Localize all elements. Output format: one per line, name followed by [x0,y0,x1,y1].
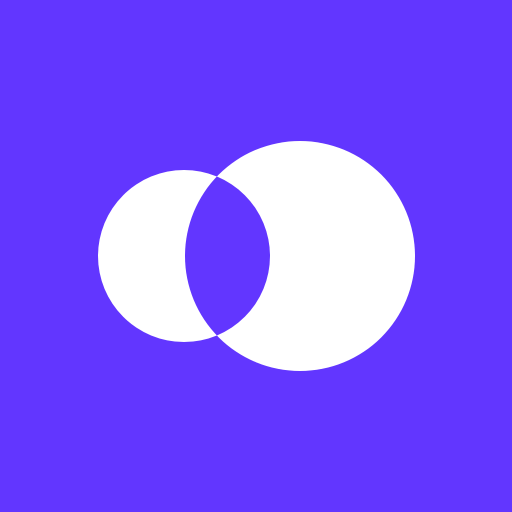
app-icon [0,0,512,512]
overlapping-circles-logo-icon [0,0,512,512]
